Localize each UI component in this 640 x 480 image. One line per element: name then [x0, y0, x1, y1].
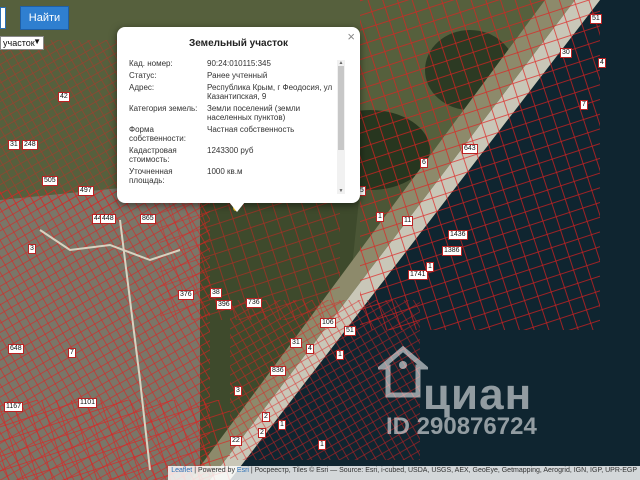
leaflet-link[interactable]: Leaflet: [171, 467, 192, 474]
info-row: Адрес: Республика Крым, г Феодосия, ул Ка…: [129, 83, 345, 104]
parcel-label[interactable]: 6: [420, 158, 428, 168]
cadastral-map[interactable]: 5054973142248449448364837611671101786564…: [0, 0, 640, 480]
info-value: Республика Крым, г Феодосия, ул Казантип…: [207, 83, 333, 101]
popup-body: Кад. номер: 90:24:010115:345 Статус: Ранее …: [129, 59, 345, 187]
attribution-powered: | Powered by: [194, 467, 235, 474]
parcel-label[interactable]: 1436: [448, 230, 468, 240]
parcel-info-table: Кад. номер: 90:24:010115:345 Статус: Ранее …: [129, 59, 345, 187]
parcel-label[interactable]: 42: [58, 92, 70, 102]
search-input[interactable]: [0, 7, 6, 29]
parcel-label[interactable]: 1: [278, 420, 286, 430]
parcel-label[interactable]: 648: [8, 344, 24, 354]
parcel-label[interactable]: 1101: [78, 398, 98, 408]
info-row: Кад. номер: 90:24:010115:345: [129, 59, 345, 71]
parcel-label[interactable]: 1: [318, 440, 326, 450]
info-key: Кадастровая стоимость:: [129, 146, 177, 164]
info-row: Уточненная площадь: 1000 кв.м: [129, 167, 345, 187]
parcel-label[interactable]: 643: [462, 144, 478, 154]
parcel-label[interactable]: 1: [336, 350, 344, 360]
parcel-label[interactable]: 248: [22, 140, 38, 150]
parcel-label[interactable]: 30: [560, 48, 572, 58]
info-key: Уточненная площадь:: [129, 167, 173, 185]
map-attribution: Leaflet | Powered by Esri | Росреестр, T…: [168, 466, 640, 480]
popup-scrollbar[interactable]: ▲ ▼: [337, 60, 345, 194]
parcel-label[interactable]: 51: [590, 14, 602, 24]
info-row: Категория земель: Земли поселений (земли …: [129, 104, 345, 125]
parcel-label[interactable]: 3: [28, 244, 36, 254]
watermark-id: ID 290876724: [386, 413, 537, 440]
parcel-label[interactable]: 836: [270, 366, 286, 376]
parcel-popup: × Земельный участок Кад. номер: 90:24:010…: [117, 27, 360, 203]
attribution-source: | Росреестр, Tiles © Esri — Source: Esri…: [250, 467, 637, 474]
scroll-down-icon[interactable]: ▼: [337, 188, 345, 194]
parcel-label[interactable]: 3: [234, 386, 242, 396]
info-key: Категория земель:: [129, 104, 198, 113]
info-value: 90:24:010115:345: [207, 59, 271, 68]
parcel-label[interactable]: 865: [140, 214, 156, 224]
search-button[interactable]: Найти: [20, 6, 69, 30]
layer-select-value: участок: [3, 38, 35, 48]
parcel-label[interactable]: 106: [320, 318, 336, 328]
info-key: Статус:: [129, 71, 157, 80]
parcel-label[interactable]: 7: [68, 348, 76, 358]
parcel-label[interactable]: 2: [258, 428, 266, 438]
parcel-label[interactable]: 1167: [4, 402, 24, 412]
info-value: Земли поселений (земли населенных пункто…: [207, 104, 301, 122]
parcel-label[interactable]: 448: [100, 214, 116, 224]
parcel-label[interactable]: 396: [216, 300, 232, 310]
parcel-label[interactable]: 736: [246, 298, 262, 308]
parcel-label[interactable]: 4: [306, 344, 314, 354]
info-row: Статус: Ранее учтенный: [129, 71, 345, 83]
info-value: 1000 кв.м: [207, 167, 243, 176]
parcel-label[interactable]: 2: [262, 412, 270, 422]
parcel-label[interactable]: 497: [78, 186, 94, 196]
info-value: 1243300 руб: [207, 146, 254, 155]
parcel-label[interactable]: 38: [210, 288, 222, 298]
parcel-label[interactable]: 11: [402, 216, 414, 226]
parcel-label[interactable]: 51: [344, 326, 356, 336]
popup-tip: [229, 202, 245, 212]
info-row: Форма собственности: Частная собственност…: [129, 125, 345, 146]
search-bar: Найти: [0, 6, 69, 30]
info-key: Форма собственности:: [129, 125, 186, 143]
chevron-down-icon: ▼: [33, 37, 41, 46]
parcel-label[interactable]: 22: [230, 436, 242, 446]
esri-link[interactable]: Esri: [237, 467, 249, 474]
info-value: Ранее учтенный: [207, 71, 268, 80]
info-key: Кад. номер:: [129, 59, 173, 68]
parcel-label[interactable]: 1: [426, 262, 434, 272]
parcel-label[interactable]: 31: [290, 338, 302, 348]
parcel-label[interactable]: 4: [598, 58, 606, 68]
parcel-label[interactable]: 7: [580, 100, 588, 110]
watermark: циан ID 290876724: [375, 345, 537, 440]
parcel-label[interactable]: 1741: [408, 270, 428, 280]
scrollbar-thumb[interactable]: [338, 66, 344, 150]
info-row: Кадастровая стоимость: 1243300 руб: [129, 146, 345, 167]
parcel-label[interactable]: 1386: [442, 246, 462, 256]
info-value: Частная собственность: [207, 125, 295, 134]
layer-select[interactable]: участок ▼: [0, 36, 44, 50]
popup-title: Земельный участок: [188, 38, 289, 49]
cian-house-icon: [375, 345, 431, 398]
info-key: Адрес:: [129, 83, 155, 92]
parcel-label[interactable]: 1: [376, 212, 384, 222]
parcel-label[interactable]: 505: [42, 176, 58, 186]
parcel-label[interactable]: 376: [178, 290, 194, 300]
parcel-label[interactable]: 31: [8, 140, 20, 150]
